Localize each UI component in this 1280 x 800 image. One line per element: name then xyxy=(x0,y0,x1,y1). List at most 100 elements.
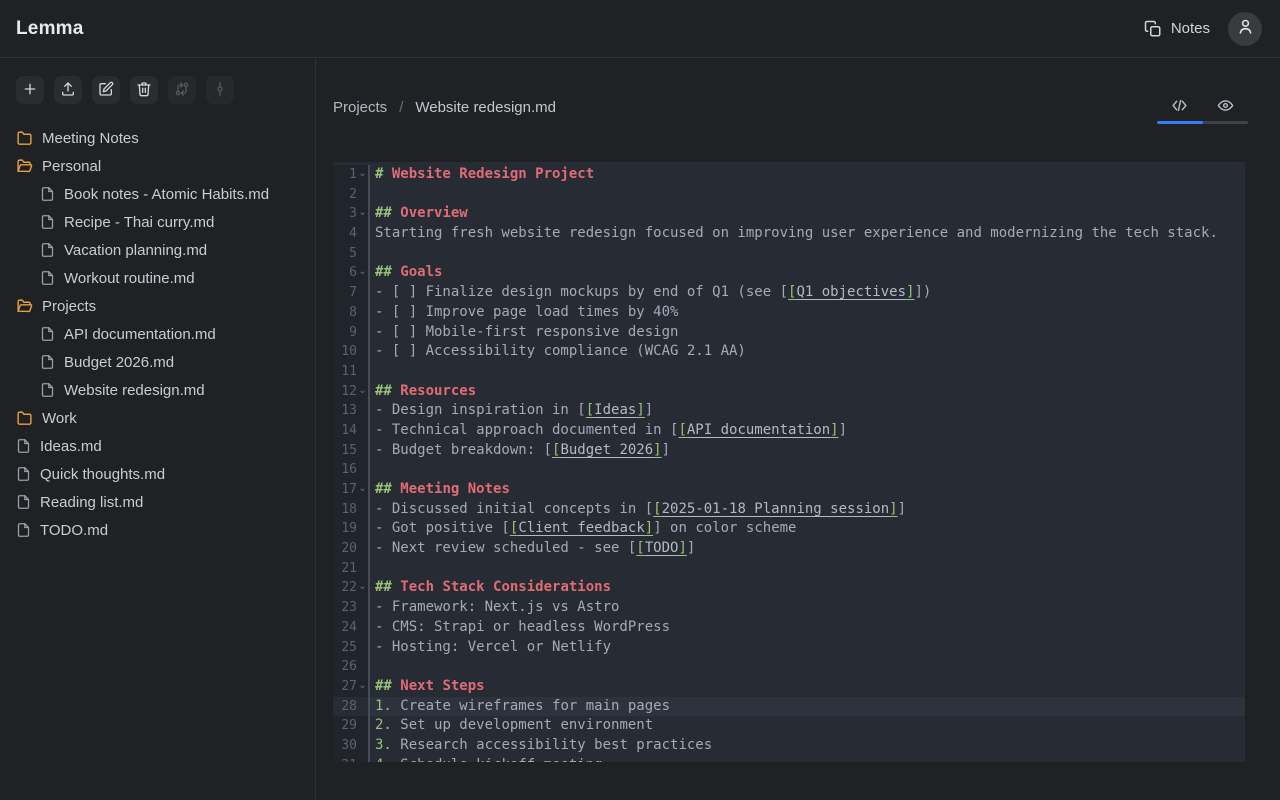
editor-line-16[interactable]: 16 xyxy=(333,460,1245,480)
tree-item-projects[interactable]: Projects xyxy=(0,292,315,320)
fold-chevron-icon[interactable]: ⌄ xyxy=(357,578,370,598)
editor-line-6[interactable]: 6⌄## Goals xyxy=(333,263,1245,283)
fold-chevron-icon[interactable]: ⌄ xyxy=(357,204,370,224)
line-number: 18 xyxy=(333,500,357,520)
editor-line-30[interactable]: 303. Research accessibility best practic… xyxy=(333,736,1245,756)
editor-line-28[interactable]: 281. Create wireframes for main pages xyxy=(333,697,1245,717)
edit-note-button[interactable] xyxy=(92,76,120,104)
editor-line-2[interactable]: 2 xyxy=(333,185,1245,205)
editor-line-13[interactable]: 13- Design inspiration in [[Ideas]] xyxy=(333,401,1245,421)
editor-line-23[interactable]: 23- Framework: Next.js vs Astro xyxy=(333,598,1245,618)
line-content: ## Next Steps xyxy=(370,677,1245,697)
editor-line-8[interactable]: 8- [ ] Improve page load times by 40% xyxy=(333,303,1245,323)
editor-line-14[interactable]: 14 - Technical approach documented in [[A… xyxy=(333,421,1245,441)
tree-item-vacation-planning-md[interactable]: Vacation planning.md xyxy=(0,236,315,264)
fold-chevron-icon[interactable]: ⌄ xyxy=(357,480,370,500)
notes-copy-icon xyxy=(1144,20,1162,38)
folder-open-icon xyxy=(16,298,33,315)
fold-gutter xyxy=(357,756,370,762)
tab-preview-view[interactable] xyxy=(1203,94,1249,121)
tree-item-budget-2026-md[interactable]: Budget 2026.md xyxy=(0,348,315,376)
editor-lines: 1⌄# Website Redesign Project23⌄## Overvi… xyxy=(333,165,1245,762)
file-icon xyxy=(16,494,31,510)
line-number: 9 xyxy=(333,323,357,343)
tab-code-view[interactable] xyxy=(1157,94,1203,121)
fold-gutter xyxy=(357,303,370,323)
line-number: 30 xyxy=(333,736,357,756)
editor-line-26[interactable]: 26 xyxy=(333,657,1245,677)
editor-line-9[interactable]: 9- [ ] Mobile-first responsive design xyxy=(333,323,1245,343)
line-number: 14 xyxy=(333,421,357,441)
tree-item-label: Recipe - Thai curry.md xyxy=(64,214,214,231)
new-note-button[interactable] xyxy=(16,76,44,104)
editor-line-18[interactable]: 18- Discussed initial concepts in [[2025… xyxy=(333,500,1245,520)
fold-chevron-icon[interactable]: ⌄ xyxy=(357,382,370,402)
tree-item-personal[interactable]: Personal xyxy=(0,152,315,180)
tree-item-ideas-md[interactable]: Ideas.md xyxy=(0,432,315,460)
editor-line-17[interactable]: 17⌄## Meeting Notes xyxy=(333,480,1245,500)
delete-note-button[interactable] xyxy=(130,76,158,104)
line-content: ## Meeting Notes xyxy=(370,480,1245,500)
view-mode-tabs xyxy=(1157,94,1248,124)
folder-icon xyxy=(16,410,33,427)
tree-item-api-documentation-md[interactable]: API documentation.md xyxy=(0,320,315,348)
nav-notes-button[interactable]: Notes xyxy=(1144,20,1210,38)
editor-line-1[interactable]: 1⌄# Website Redesign Project xyxy=(333,165,1245,185)
line-number: 31 xyxy=(333,756,357,762)
tree-item-book-notes-atomic-habits-md[interactable]: Book notes - Atomic Habits.md xyxy=(0,180,315,208)
line-content: # Website Redesign Project xyxy=(370,165,1245,185)
editor-line-5[interactable]: 5 xyxy=(333,244,1245,264)
editor-line-29[interactable]: 292. Set up development environment xyxy=(333,716,1245,736)
file-icon xyxy=(40,242,55,258)
line-content: 4. Schedule kickoff meeting xyxy=(370,756,1245,762)
editor-line-19[interactable]: 19- Got positive [[Client feedback]] on … xyxy=(333,519,1245,539)
tree-item-quick-thoughts-md[interactable]: Quick thoughts.md xyxy=(0,460,315,488)
editor-line-10[interactable]: 10- [ ] Accessibility compliance (WCAG 2… xyxy=(333,342,1245,362)
line-content: 1. Create wireframes for main pages xyxy=(370,697,1245,717)
editor-line-4[interactable]: 4Starting fresh website redesign focused… xyxy=(333,224,1245,244)
tree-item-reading-list-md[interactable]: Reading list.md xyxy=(0,488,315,516)
tree-item-workout-routine-md[interactable]: Workout routine.md xyxy=(0,264,315,292)
fold-chevron-icon[interactable]: ⌄ xyxy=(357,263,370,283)
editor-line-20[interactable]: 20- Next review scheduled - see [[TODO]] xyxy=(333,539,1245,559)
tree-item-recipe-thai-curry-md[interactable]: Recipe - Thai curry.md xyxy=(0,208,315,236)
editor-line-7[interactable]: 7- [ ] Finalize design mockups by end of… xyxy=(333,283,1245,303)
editor-line-31[interactable]: 31 4. Schedule kickoff meeting xyxy=(333,756,1245,762)
sidebar: Meeting NotesPersonalBook notes - Atomic… xyxy=(0,59,316,800)
breadcrumb-folder[interactable]: Projects xyxy=(333,99,387,116)
fold-gutter xyxy=(357,638,370,658)
avatar-button[interactable] xyxy=(1228,12,1262,46)
tree-item-label: Projects xyxy=(42,298,96,315)
git-compare-icon xyxy=(174,81,190,100)
fold-chevron-icon[interactable]: ⌄ xyxy=(357,165,370,185)
editor-line-11[interactable]: 11 xyxy=(333,362,1245,382)
upload-button[interactable] xyxy=(54,76,82,104)
line-content xyxy=(370,460,1245,480)
fold-chevron-icon[interactable]: ⌄ xyxy=(357,677,370,697)
editor-line-25[interactable]: 25- Hosting: Vercel or Netlify xyxy=(333,638,1245,658)
tree-item-work[interactable]: Work xyxy=(0,404,315,432)
editor-line-15[interactable]: 15- Budget breakdown: [[Budget 2026]] xyxy=(333,441,1245,461)
fold-gutter xyxy=(357,697,370,717)
tree-item-website-redesign-md[interactable]: Website redesign.md xyxy=(0,376,315,404)
editor-line-21[interactable]: 21 xyxy=(333,559,1245,579)
line-number: 19 xyxy=(333,519,357,539)
tree-item-meeting-notes[interactable]: Meeting Notes xyxy=(0,124,315,152)
header-right: Notes xyxy=(1144,12,1262,46)
editor-line-27[interactable]: 27⌄## Next Steps xyxy=(333,677,1245,697)
editor-line-24[interactable]: 24- CMS: Strapi or headless WordPress xyxy=(333,618,1245,638)
line-number: 5 xyxy=(333,244,357,264)
editor-line-22[interactable]: 22⌄## Tech Stack Considerations xyxy=(333,578,1245,598)
line-content: - Technical approach documented in [[API… xyxy=(370,421,1245,441)
line-number: 4 xyxy=(333,224,357,244)
fold-gutter xyxy=(357,736,370,756)
tree-item-todo-md[interactable]: TODO.md xyxy=(0,516,315,544)
markdown-editor[interactable]: 1⌄# Website Redesign Project23⌄## Overvi… xyxy=(333,162,1245,762)
tree-item-label: Reading list.md xyxy=(40,494,143,511)
editor-line-12[interactable]: 12⌄## Resources xyxy=(333,382,1245,402)
line-number: 8 xyxy=(333,303,357,323)
tree-item-label: Website redesign.md xyxy=(64,382,205,399)
line-number: 23 xyxy=(333,598,357,618)
editor-line-3[interactable]: 3⌄## Overview xyxy=(333,204,1245,224)
tree-item-label: Vacation planning.md xyxy=(64,242,207,259)
